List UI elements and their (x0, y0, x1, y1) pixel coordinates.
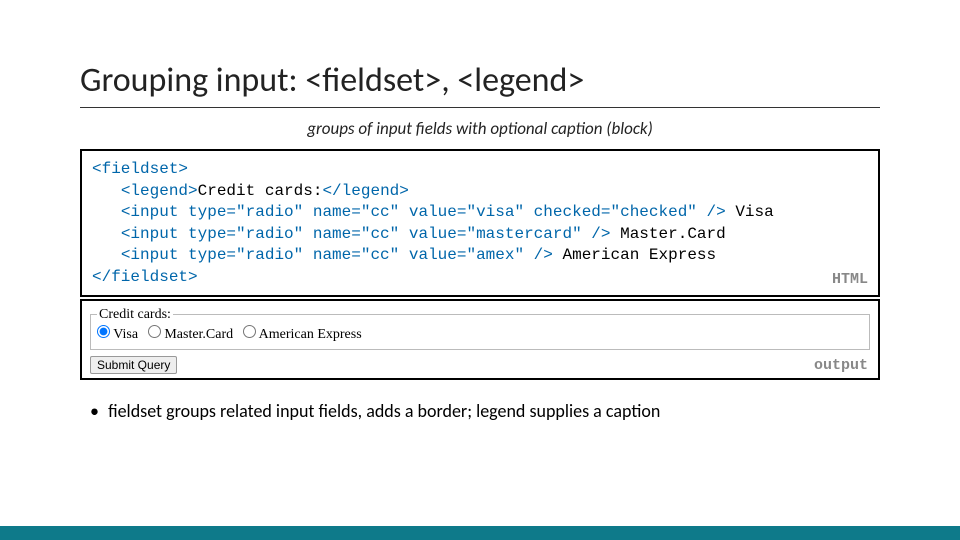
bullet-text: fieldset groups related input fields, ad… (108, 400, 660, 422)
code-line: <legend> (121, 182, 198, 200)
radio-label: Master.Card (164, 327, 233, 342)
slide-title: Grouping input: <fieldset>, <legend> (80, 60, 880, 108)
code-text: American Express (553, 246, 716, 264)
code-line: <input type="radio" name="cc" value="vis… (121, 203, 726, 221)
radio-amex[interactable] (243, 325, 256, 338)
bullet-marker: • (90, 400, 104, 422)
output-example-box: Credit cards: Visa Master.Card American … (80, 299, 880, 380)
slide-subtitle: groups of input fields with optional cap… (80, 118, 880, 139)
radio-option-visa[interactable]: Visa (97, 327, 138, 342)
code-text: Visa (726, 203, 774, 221)
radio-mastercard[interactable] (148, 325, 161, 338)
bullet-point: • fieldset groups related input fields, … (80, 400, 880, 422)
radio-visa[interactable] (97, 325, 110, 338)
footer-accent-bar (0, 526, 960, 540)
fieldset-legend: Credit cards: (97, 307, 173, 323)
credit-cards-fieldset: Credit cards: Visa Master.Card American … (90, 307, 870, 350)
code-line: </fieldset> (92, 268, 198, 286)
submit-button[interactable]: Submit Query (90, 356, 177, 374)
output-label: output (814, 357, 868, 374)
code-line: </legend> (322, 182, 408, 200)
code-example-box: <fieldset> <legend>Credit cards:</legend… (80, 149, 880, 297)
code-line: <input type="radio" name="cc" value="mas… (121, 225, 611, 243)
code-text: Master.Card (611, 225, 726, 243)
radio-label: American Express (259, 327, 362, 342)
radio-label: Visa (113, 327, 138, 342)
code-language-label: HTML (832, 270, 868, 290)
radio-option-amex[interactable]: American Express (243, 327, 362, 342)
code-line: <fieldset> (92, 160, 188, 178)
code-line: <input type="radio" name="cc" value="ame… (121, 246, 553, 264)
radio-option-mastercard[interactable]: Master.Card (148, 327, 233, 342)
code-text: Credit cards: (198, 182, 323, 200)
